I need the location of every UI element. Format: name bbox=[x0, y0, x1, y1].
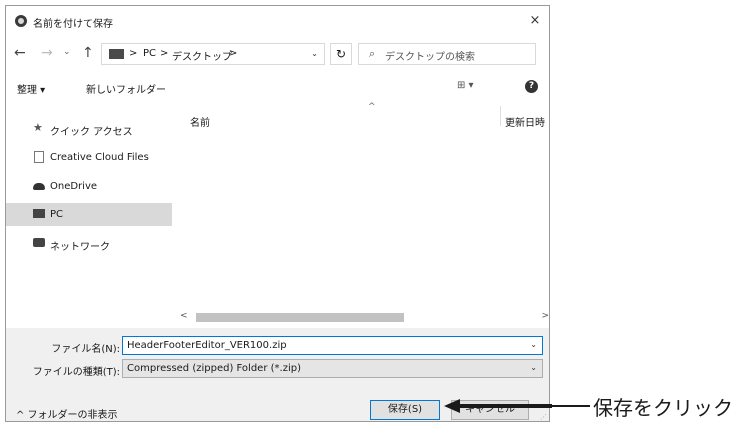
breadcrumb-separator[interactable]: > bbox=[129, 48, 137, 59]
sidebar-item-label: ネットワーク bbox=[50, 242, 110, 253]
address-dropdown-icon[interactable]: ⌄ bbox=[311, 49, 318, 58]
save-button[interactable]: 保存(S) bbox=[370, 400, 440, 420]
scroll-left-icon[interactable]: < bbox=[180, 311, 188, 321]
navigation-pane: ★ クイック アクセス Creative Cloud Files OneDriv… bbox=[6, 100, 172, 324]
back-arrow-icon[interactable]: ← bbox=[14, 45, 26, 61]
horizontal-scrollbar[interactable]: < > bbox=[178, 310, 549, 324]
column-divider[interactable] bbox=[500, 106, 501, 126]
filetype-select[interactable]: Compressed (zipped) Folder (*.zip) ⌄ bbox=[122, 359, 543, 378]
search-icon: ⌕ bbox=[369, 47, 376, 60]
hide-folders-toggle[interactable]: ^ フォルダーの非表示 bbox=[16, 406, 118, 421]
title-bar: 名前を付けて保存 × bbox=[6, 6, 549, 36]
search-placeholder: デスクトップの検索 bbox=[385, 52, 475, 63]
sidebar-item-network[interactable]: ネットワーク bbox=[6, 232, 172, 255]
address-bar[interactable]: > PC > デスクトップ > ⌄ bbox=[101, 43, 325, 65]
callout-connector bbox=[550, 405, 590, 407]
scroll-right-icon[interactable]: > bbox=[541, 311, 549, 321]
command-bar: 整理 ▾ 新しいフォルダー ⊞ ▾ ? bbox=[6, 72, 549, 100]
sort-ascending-icon: ^ bbox=[368, 102, 376, 112]
filetype-label: ファイルの種類(T): bbox=[32, 367, 120, 378]
organize-button[interactable]: 整理 ▾ bbox=[17, 81, 45, 96]
filetype-value: Compressed (zipped) Folder (*.zip) bbox=[127, 363, 301, 374]
column-header-date-modified[interactable]: 更新日時 bbox=[505, 114, 545, 129]
save-as-dialog: 名前を付けて保存 × ← → ⌄ ↑ > PC > デスクトップ > ⌄ ↻ ⌕… bbox=[5, 5, 550, 422]
forward-arrow-icon[interactable]: → bbox=[41, 45, 53, 61]
filename-input[interactable]: HeaderFooterEditor_VER100.zip ⌄ bbox=[122, 336, 543, 355]
pc-icon bbox=[109, 49, 124, 59]
navigation-bar: ← → ⌄ ↑ > PC > デスクトップ > ⌄ ↻ ⌕ デスクトップの検索 bbox=[6, 36, 549, 72]
sidebar-item-label: OneDrive bbox=[50, 181, 98, 192]
pc-icon bbox=[33, 209, 45, 218]
filename-label: ファイル名(N): bbox=[51, 344, 120, 355]
recent-locations-chevron-icon[interactable]: ⌄ bbox=[63, 47, 71, 57]
resize-grip-icon[interactable]: ⋰ bbox=[540, 413, 547, 421]
callout-arrow-icon bbox=[444, 399, 552, 413]
view-options-icon[interactable]: ⊞ ▾ bbox=[457, 80, 474, 91]
help-icon[interactable]: ? bbox=[525, 80, 538, 93]
callout-text: 保存をクリック bbox=[593, 396, 733, 420]
new-folder-button[interactable]: 新しいフォルダー bbox=[86, 81, 166, 96]
document-icon bbox=[34, 151, 44, 163]
breadcrumb-separator[interactable]: > bbox=[160, 48, 168, 59]
breadcrumb-pc[interactable]: PC bbox=[143, 48, 156, 59]
file-list[interactable]: ^ 名前 更新日時 bbox=[178, 100, 549, 310]
filename-value: HeaderFooterEditor_VER100.zip bbox=[127, 340, 287, 351]
sidebar-item-onedrive[interactable]: OneDrive bbox=[6, 175, 172, 198]
refresh-icon[interactable]: ↻ bbox=[330, 43, 352, 65]
filename-dropdown-icon[interactable]: ⌄ bbox=[530, 340, 537, 349]
up-arrow-icon[interactable]: ↑ bbox=[82, 45, 94, 61]
sidebar-item-quick-access[interactable]: ★ クイック アクセス bbox=[6, 117, 172, 140]
app-icon bbox=[15, 15, 27, 27]
sidebar-item-pc[interactable]: PC bbox=[6, 203, 172, 226]
dialog-title: 名前を付けて保存 bbox=[33, 19, 113, 30]
sidebar-item-creative-cloud-files[interactable]: Creative Cloud Files bbox=[6, 146, 172, 169]
network-icon bbox=[33, 238, 45, 247]
close-button[interactable]: × bbox=[525, 11, 545, 31]
breadcrumb-desktop[interactable]: デスクトップ bbox=[172, 48, 232, 63]
scrollbar-thumb[interactable] bbox=[196, 313, 404, 322]
star-icon: ★ bbox=[33, 121, 43, 134]
sidebar-item-label: PC bbox=[50, 209, 64, 220]
sidebar-item-label: クイック アクセス bbox=[50, 127, 133, 138]
search-input[interactable]: ⌕ デスクトップの検索 bbox=[358, 43, 536, 65]
breadcrumb-separator[interactable]: > bbox=[229, 48, 237, 59]
column-header-name[interactable]: 名前 bbox=[190, 114, 210, 129]
sidebar-item-label: Creative Cloud Files bbox=[50, 152, 149, 163]
filetype-dropdown-icon[interactable]: ⌄ bbox=[530, 363, 537, 372]
cloud-icon bbox=[33, 183, 45, 190]
